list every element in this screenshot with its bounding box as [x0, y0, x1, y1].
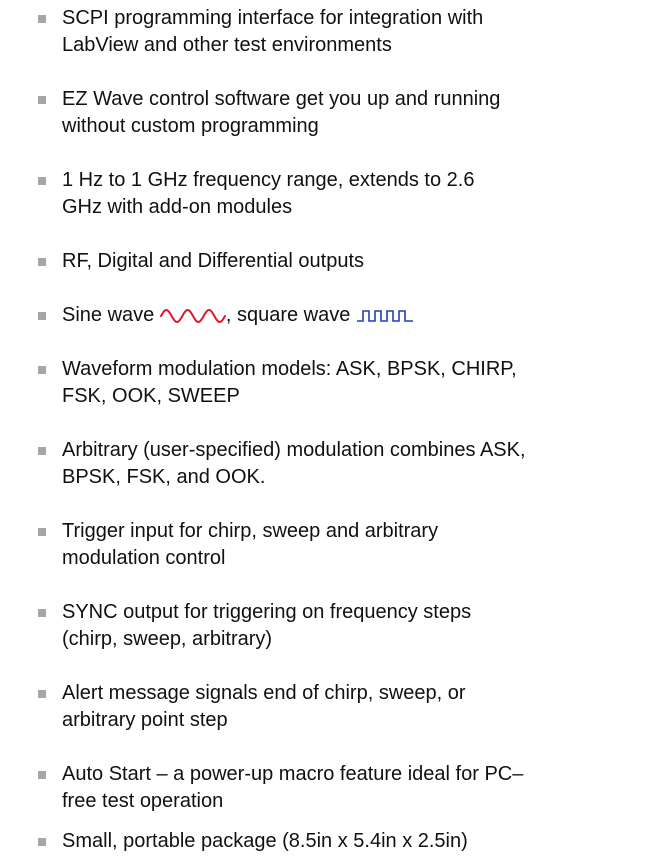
- feature-line: RF, Digital and Differential outputs: [62, 250, 365, 272]
- feature-text: Arbitrary (user-specified) modulation co…: [62, 437, 657, 491]
- sine-wave-label: Sine wave: [62, 304, 155, 326]
- feature-line: without custom programming: [62, 115, 319, 137]
- feature-text: RF, Digital and Differential outputs: [62, 248, 657, 275]
- square-bullet-icon: [38, 528, 46, 536]
- feature-line: Arbitrary (user-specified) modulation co…: [62, 439, 526, 461]
- feature-line: modulation control: [62, 547, 226, 569]
- feature-line: Waveform modulation models: ASK, BPSK, C…: [62, 358, 517, 380]
- feature-line: FSK, OOK, SWEEP: [62, 385, 240, 407]
- square-bullet-icon: [38, 177, 46, 185]
- square-bullet-icon: [38, 447, 46, 455]
- feature-list: SCPI programming interface for integrati…: [0, 0, 659, 864]
- square-wave-icon: [356, 309, 418, 323]
- feature-line: GHz with add-on modules: [62, 196, 293, 218]
- square-bullet-icon: [38, 366, 46, 374]
- feature-text: Waveform modulation models: ASK, BPSK, C…: [62, 356, 657, 410]
- square-bullet-icon: [38, 838, 46, 846]
- feature-text: SCPI programming interface for integrati…: [62, 5, 657, 59]
- feature-text: Alert message signals end of chirp, swee…: [62, 680, 657, 734]
- feature-line: Alert message signals end of chirp, swee…: [62, 682, 466, 704]
- feature-line: arbitrary point step: [62, 709, 228, 731]
- feature-line: Small, portable package (8.5in x 5.4in x…: [62, 830, 468, 852]
- feature-line: BPSK, FSK, and OOK.: [62, 466, 266, 488]
- feature-line: SCPI programming interface for integrati…: [62, 7, 484, 29]
- feature-text: EZ Wave control software get you up and …: [62, 86, 657, 140]
- feature-text: 1 Hz to 1 GHz frequency range, extends t…: [62, 167, 657, 221]
- square-bullet-icon: [38, 258, 46, 266]
- square-bullet-icon: [38, 96, 46, 104]
- feature-line: Auto Start – a power-up macro feature id…: [62, 763, 524, 785]
- feature-text: Trigger input for chirp, sweep and arbit…: [62, 518, 657, 572]
- square-bullet-icon: [38, 609, 46, 617]
- feature-text: SYNC output for triggering on frequency …: [62, 599, 657, 653]
- feature-line: (chirp, sweep, arbitrary): [62, 628, 273, 650]
- square-bullet-icon: [38, 690, 46, 698]
- feature-line: Trigger input for chirp, sweep and arbit…: [62, 520, 439, 542]
- square-bullet-icon: [38, 771, 46, 779]
- square-bullet-icon: [38, 312, 46, 320]
- feature-text: Small, portable package (8.5in x 5.4in x…: [62, 828, 657, 855]
- feature-line: free test operation: [62, 790, 224, 812]
- feature-text: Sine wave , square wave: [62, 302, 657, 329]
- square-wave-label: , square wave: [225, 304, 351, 326]
- feature-line: 1 Hz to 1 GHz frequency range, extends t…: [62, 169, 475, 191]
- feature-text: Auto Start – a power-up macro feature id…: [62, 761, 657, 815]
- sine-wave-icon: [159, 308, 226, 324]
- square-bullet-icon: [38, 15, 46, 23]
- feature-line: EZ Wave control software get you up and …: [62, 88, 501, 110]
- feature-line: SYNC output for triggering on frequency …: [62, 601, 472, 623]
- feature-line: LabView and other test environments: [62, 34, 392, 56]
